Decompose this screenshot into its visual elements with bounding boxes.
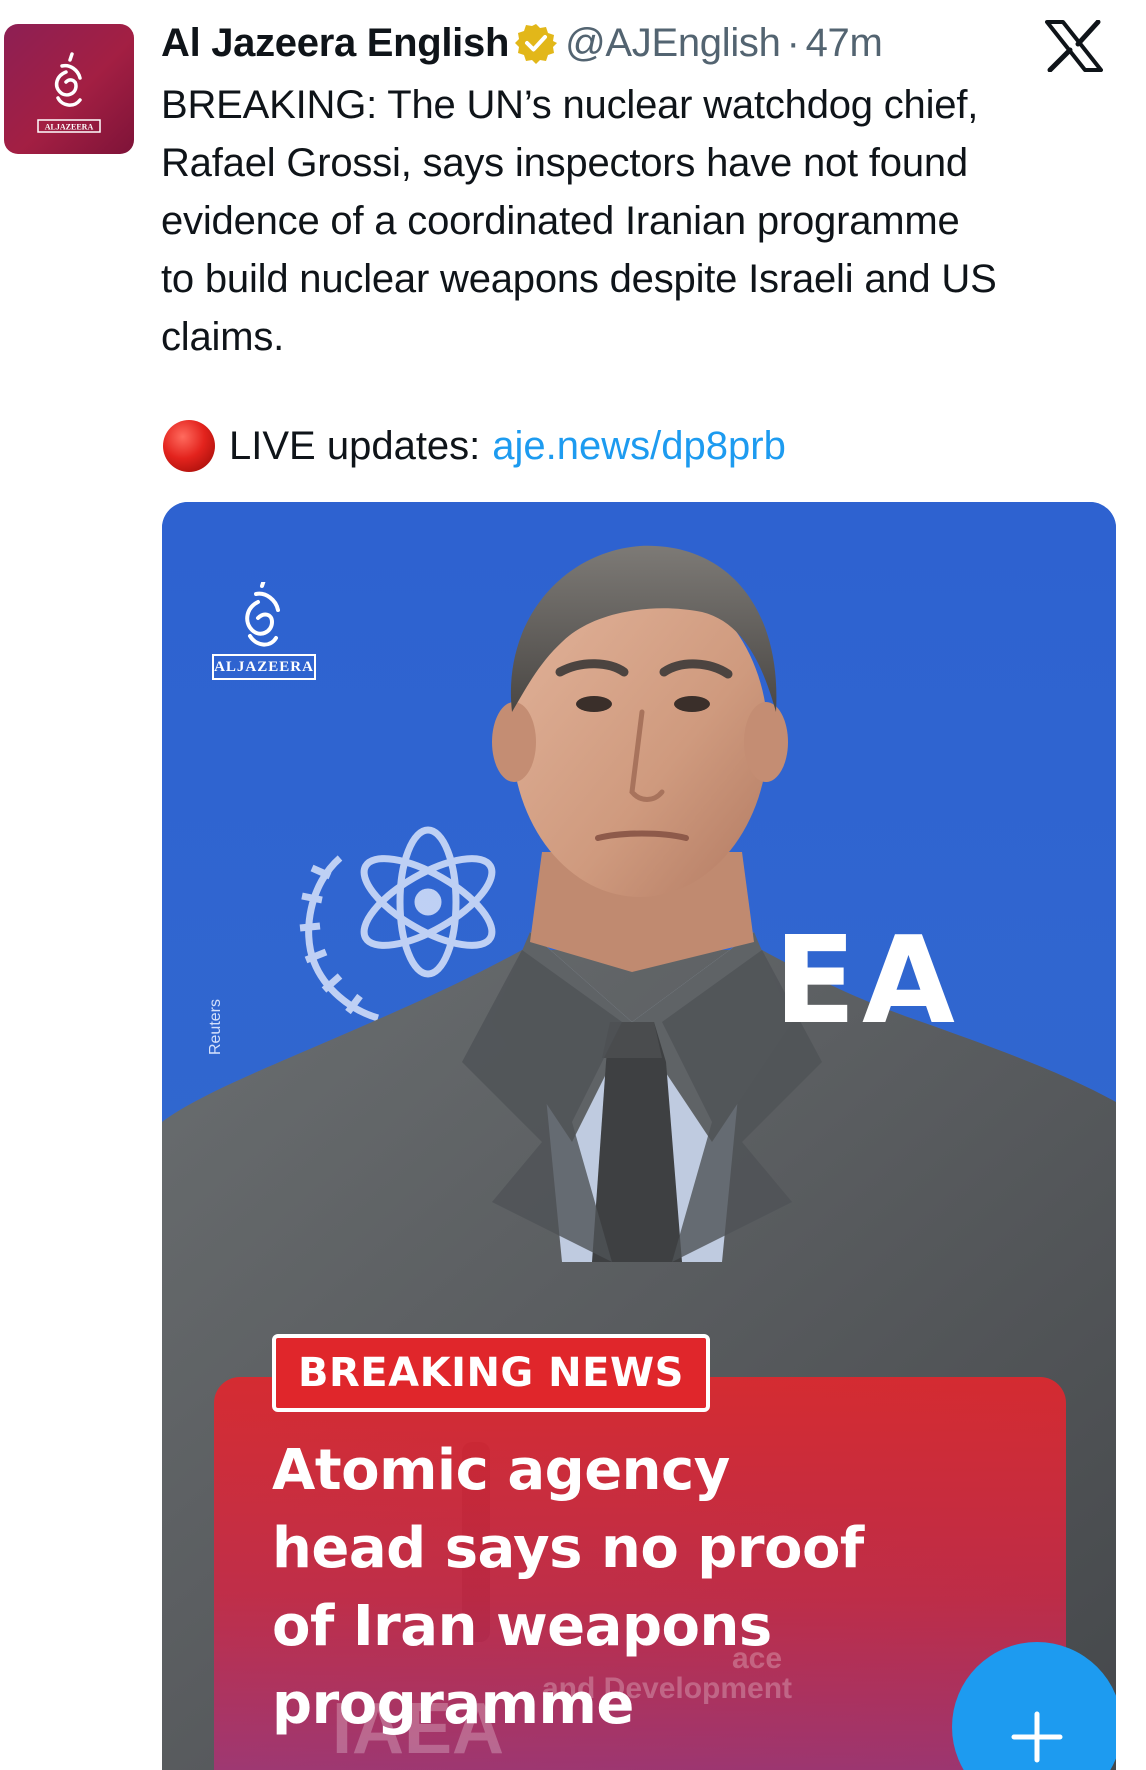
headline-line: programme <box>272 1672 634 1737</box>
tweet-text-line: Rafael Grossi, says inspectors have not … <box>161 141 968 185</box>
live-updates-line: LIVE updates: aje.news/dp8prb <box>161 416 786 476</box>
breaking-news-badge: BREAKING NEWS <box>272 1334 710 1412</box>
headline-line: Atomic agency <box>272 1438 730 1503</box>
author-avatar[interactable]: ALJAZEERA <box>4 24 134 154</box>
media-headline: Atomic agency head says no proof of Iran… <box>272 1432 992 1744</box>
header-separator: · <box>786 20 800 65</box>
author-handle[interactable]: @AJEnglish <box>565 21 781 66</box>
headline-line: of Iran weapons <box>272 1594 772 1659</box>
photo-credit: Reuters <box>207 998 224 1056</box>
tweet-text: BREAKING: The UN’s nuclear watchdog chie… <box>161 76 1121 366</box>
x-logo-icon <box>1045 20 1103 72</box>
tweet-text-line: to build nuclear weapons despite Israeli… <box>161 257 997 301</box>
headline-line: head says no proof <box>272 1516 864 1581</box>
tweet-media-image[interactable]: ALJAZEERA Reuters EA IAEA ace and Develo… <box>162 502 1116 1770</box>
tweet-header: Al Jazeera English @AJEnglish · 47m <box>161 18 883 68</box>
tweet-text-line: BREAKING: The UN’s nuclear watchdog chie… <box>161 83 979 127</box>
avatar-label: ALJAZEERA <box>45 123 94 132</box>
live-updates-label: LIVE updates: <box>229 423 481 468</box>
verified-badge-icon <box>515 24 558 64</box>
plus-icon <box>1011 1711 1063 1763</box>
live-updates-link[interactable]: aje.news/dp8prb <box>492 424 786 469</box>
tweet-text-line: evidence of a coordinated Iranian progra… <box>161 199 960 243</box>
al-jazeera-avatar-logo-icon: ALJAZEERA <box>37 52 101 133</box>
media-logo-text: ALJAZEERA <box>212 654 316 680</box>
tweet-text-line: claims. <box>161 315 285 359</box>
backdrop-text: EA <box>774 912 961 1051</box>
author-display-name[interactable]: Al Jazeera English <box>161 21 509 66</box>
tweet-timestamp[interactable]: 47m <box>806 21 883 66</box>
red-circle-icon <box>163 420 215 472</box>
